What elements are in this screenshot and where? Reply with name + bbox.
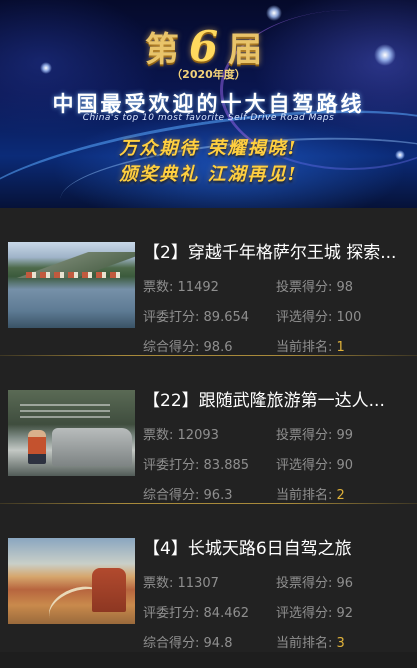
votes-value: 12093	[177, 427, 219, 443]
list-item[interactable]: 【4】长城天路6日自驾之旅 票数: 11307 投票得分: 96 评委打分: 8…	[0, 504, 417, 652]
total-score-label: 综合得分:	[143, 339, 200, 355]
banner-subtitle: China's top 10 most favorite Self-Drive …	[82, 113, 335, 123]
rank-stat: 当前排名: 2	[276, 484, 409, 503]
selection-score-value: 100	[336, 309, 362, 325]
jury-score-value: 83.885	[203, 457, 250, 473]
jury-score-stat: 评委打分: 84.462	[143, 602, 276, 621]
jury-score-label: 评委打分:	[143, 309, 200, 325]
vote-score-stat: 投票得分: 99	[276, 424, 409, 443]
route-thumbnail[interactable]	[8, 242, 135, 328]
rank-label: 当前排名:	[276, 635, 333, 651]
votes-value: 11492	[177, 279, 219, 295]
stats-row: 评委打分: 84.462 评选得分: 92	[143, 596, 409, 626]
jury-score-label: 评委打分:	[143, 605, 200, 621]
banner-slogan-2: 颁奖典礼 江湖再见!	[119, 164, 298, 185]
vote-score-value: 96	[336, 575, 354, 591]
edition-heading: 第6届	[0, 22, 417, 71]
total-score-stat: 综合得分: 98.6	[143, 336, 276, 355]
stats-row: 票数: 11492 投票得分: 98	[143, 270, 409, 300]
total-score-value: 94.8	[203, 635, 233, 651]
vote-score-value: 98	[336, 279, 354, 295]
votes-label: 票数:	[143, 279, 174, 295]
route-info: 【4】长城天路6日自驾之旅 票数: 11307 投票得分: 96 评委打分: 8…	[143, 538, 409, 656]
route-thumbnail[interactable]	[8, 390, 135, 476]
votes-stat: 票数: 11307	[143, 572, 276, 591]
selection-score-stat: 评选得分: 100	[276, 306, 409, 325]
total-score-value: 98.6	[203, 339, 233, 355]
total-score-label: 综合得分:	[143, 635, 200, 651]
selection-score-stat: 评选得分: 92	[276, 602, 409, 621]
person-shape	[28, 430, 46, 464]
route-info: 【2】穿越千年格萨尔王城 探索... 票数: 11492 投票得分: 98 评委…	[143, 242, 409, 360]
route-info: 【22】跟随武隆旅游第一达人... 票数: 12093 投票得分: 99 评委打…	[143, 390, 409, 508]
vote-score-value: 99	[336, 427, 354, 443]
car-shape	[52, 428, 132, 466]
total-score-label: 综合得分:	[143, 487, 200, 503]
edition-number: 6	[188, 22, 229, 71]
route-ranking-list: 【2】穿越千年格萨尔王城 探索... 票数: 11492 投票得分: 98 评委…	[0, 208, 417, 652]
route-title[interactable]: 【2】穿越千年格萨尔王城 探索...	[143, 242, 409, 264]
jury-score-value: 89.654	[203, 309, 250, 325]
stats-row: 评委打分: 89.654 评选得分: 100	[143, 300, 409, 330]
stats-row: 票数: 11307 投票得分: 96	[143, 566, 409, 596]
stats-row: 评委打分: 83.885 评选得分: 90	[143, 448, 409, 478]
vote-score-label: 投票得分:	[276, 427, 333, 443]
rock-shape	[92, 568, 126, 612]
votes-stat: 票数: 11492	[143, 276, 276, 295]
lens-flare-icon	[266, 5, 282, 21]
list-item[interactable]: 【2】穿越千年格萨尔王城 探索... 票数: 11492 投票得分: 98 评委…	[0, 208, 417, 356]
rank-value: 1	[336, 339, 345, 355]
rank-stat: 当前排名: 1	[276, 336, 409, 355]
edition-prefix: 第	[144, 30, 189, 70]
jury-score-stat: 评委打分: 83.885	[143, 454, 276, 473]
village-shape	[26, 272, 121, 278]
edition-year: （2020年度）	[171, 68, 246, 81]
vote-score-label: 投票得分:	[276, 575, 333, 591]
vote-score-stat: 投票得分: 98	[276, 276, 409, 295]
selection-score-label: 评选得分:	[276, 457, 333, 473]
vote-score-label: 投票得分:	[276, 279, 333, 295]
banner-slogan-1: 万众期待 荣耀揭晓!	[119, 138, 298, 159]
route-title[interactable]: 【4】长城天路6日自驾之旅	[143, 538, 409, 560]
route-thumbnail[interactable]	[8, 538, 135, 624]
selection-score-label: 评选得分:	[276, 605, 333, 621]
total-score-stat: 综合得分: 94.8	[143, 632, 276, 651]
votes-value: 11307	[177, 575, 219, 591]
rank-label: 当前排名:	[276, 339, 333, 355]
votes-label: 票数:	[143, 427, 174, 443]
list-item[interactable]: 【22】跟随武隆旅游第一达人... 票数: 12093 投票得分: 99 评委打…	[0, 356, 417, 504]
stats-row: 票数: 12093 投票得分: 99	[143, 418, 409, 448]
total-score-stat: 综合得分: 96.3	[143, 484, 276, 503]
selection-score-stat: 评选得分: 90	[276, 454, 409, 473]
total-score-value: 96.3	[203, 487, 233, 503]
jury-score-value: 84.462	[203, 605, 250, 621]
jury-score-label: 评委打分:	[143, 457, 200, 473]
rank-value: 3	[336, 635, 345, 651]
rank-value: 2	[336, 487, 345, 503]
stats-row: 综合得分: 94.8 当前排名: 3	[143, 626, 409, 656]
selection-score-value: 90	[336, 457, 354, 473]
route-title[interactable]: 【22】跟随武隆旅游第一达人...	[143, 390, 409, 412]
selection-score-value: 92	[336, 605, 354, 621]
rank-stat: 当前排名: 3	[276, 632, 409, 651]
event-banner[interactable]: 第6届 （2020年度） 中国最受欢迎的十大自驾路线 China's top 1…	[0, 0, 417, 208]
votes-label: 票数:	[143, 575, 174, 591]
edition-suffix: 届	[228, 30, 273, 70]
selection-score-label: 评选得分:	[276, 309, 333, 325]
rank-label: 当前排名:	[276, 487, 333, 503]
votes-stat: 票数: 12093	[143, 424, 276, 443]
caption-overlay	[20, 404, 110, 420]
vote-score-stat: 投票得分: 96	[276, 572, 409, 591]
jury-score-stat: 评委打分: 89.654	[143, 306, 276, 325]
